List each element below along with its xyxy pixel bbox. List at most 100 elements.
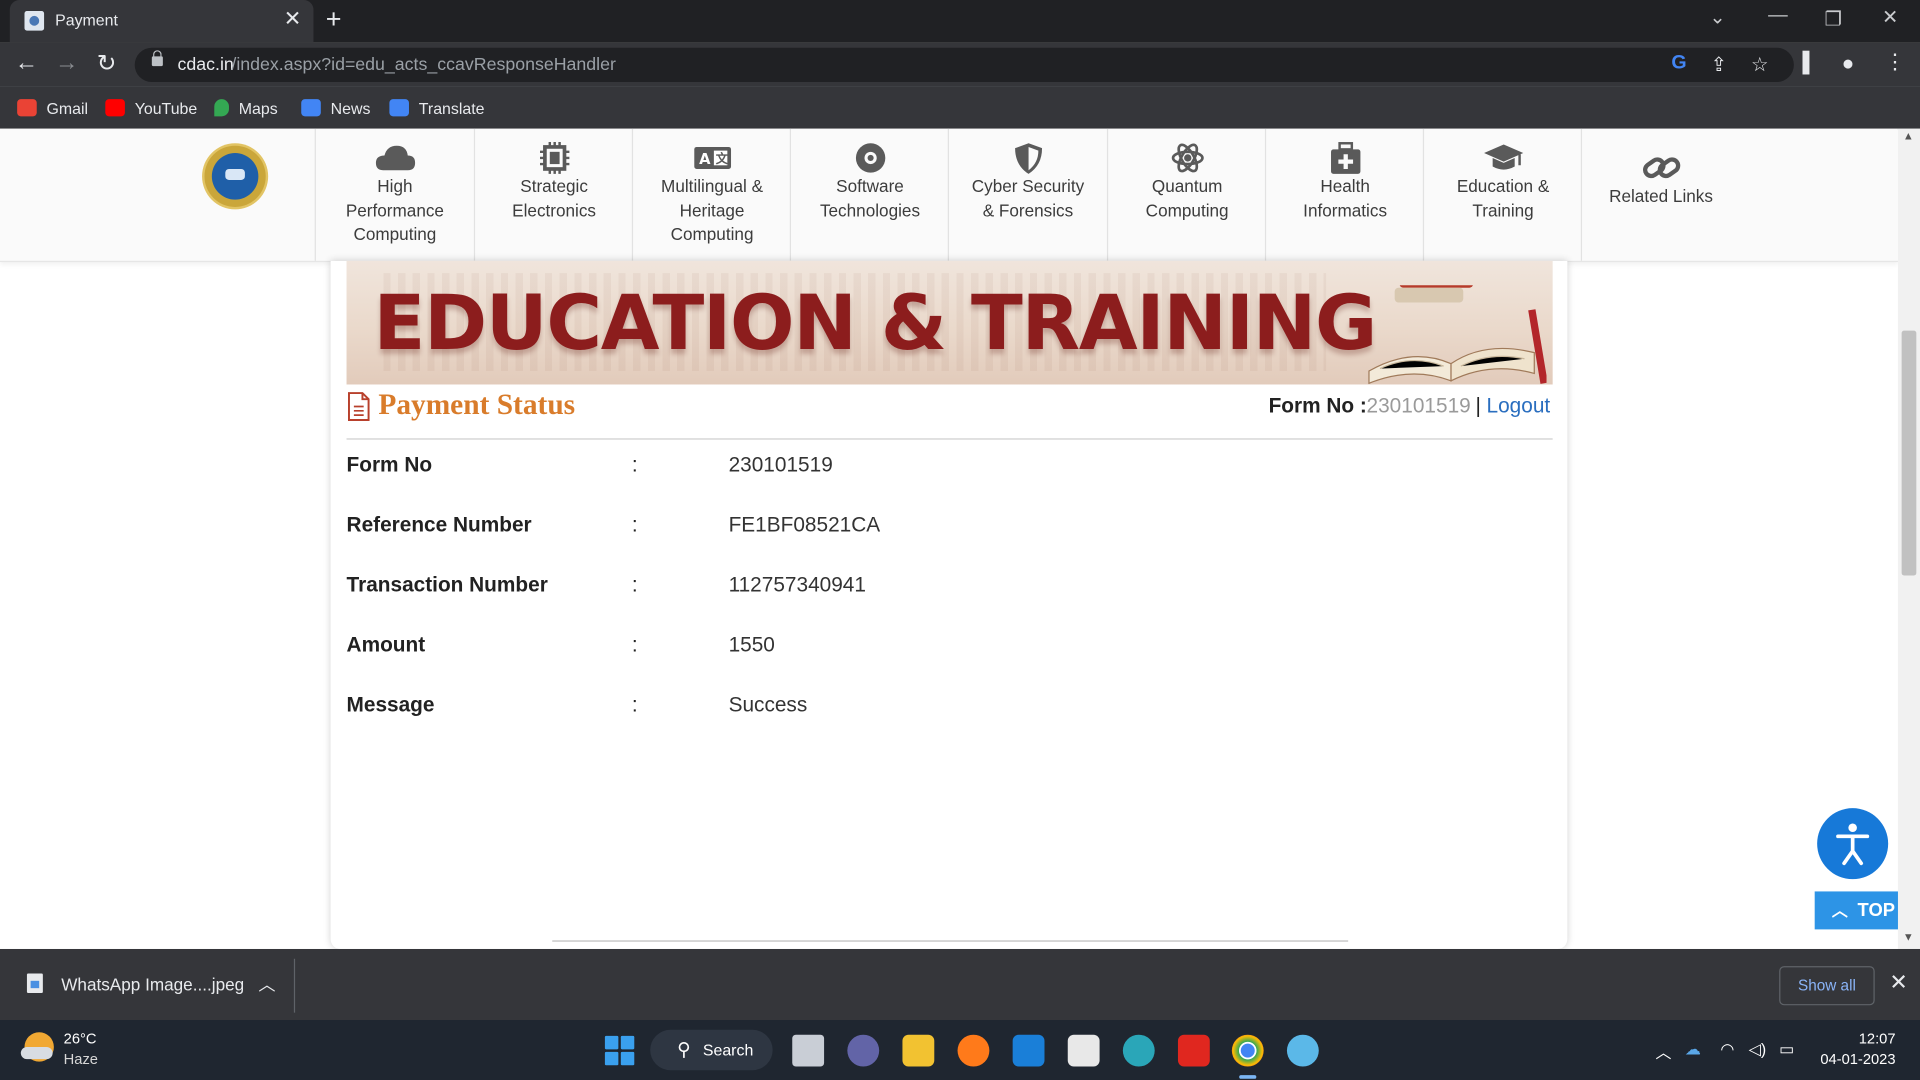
- back-icon[interactable]: ←: [15, 50, 38, 77]
- chrome-icon[interactable]: [1231, 1034, 1264, 1067]
- profile-icon[interactable]: ●: [1842, 51, 1855, 75]
- window-close-icon[interactable]: ✕: [1882, 5, 1898, 29]
- paint-icon[interactable]: [1286, 1034, 1319, 1067]
- document-icon: [348, 392, 370, 421]
- new-tab-icon[interactable]: +: [326, 4, 342, 36]
- show-all-button[interactable]: Show all: [1779, 966, 1875, 1006]
- chevron-up-icon: ︿: [1831, 901, 1848, 920]
- row-value: 112757340941: [728, 573, 866, 597]
- language-icon: A文: [693, 146, 731, 169]
- nav-multilingual-heritage-computing[interactable]: A文 Multilingual & Heritage Computing: [631, 128, 791, 261]
- scrollbar-thumb[interactable]: [1901, 330, 1917, 576]
- clock-time[interactable]: 12:07: [1820, 1030, 1896, 1047]
- windows-start-icon[interactable]: [604, 1035, 635, 1066]
- lock-icon[interactable]: [151, 50, 163, 67]
- mail-icon[interactable]: [1012, 1034, 1045, 1067]
- bookmark-youtube[interactable]: YouTube: [105, 96, 197, 120]
- row-key: Reference Number: [346, 513, 532, 537]
- tab-search-icon[interactable]: ⌄: [1709, 5, 1725, 29]
- logout-link[interactable]: Logout: [1487, 394, 1551, 418]
- bookmark-gmail[interactable]: Gmail: [17, 96, 88, 120]
- google-lens-icon[interactable]: G: [1671, 53, 1686, 75]
- onedrive-icon[interactable]: ☁: [1685, 1040, 1701, 1060]
- bookmark-news[interactable]: News: [301, 96, 370, 120]
- url-path: /index.aspx?id=edu_acts_ccavResponseHand…: [231, 55, 616, 75]
- volume-icon[interactable]: ◁): [1749, 1040, 1767, 1060]
- download-divider: [293, 958, 296, 1013]
- row-colon: :: [631, 513, 638, 537]
- form-no-value: 230101519: [1366, 394, 1471, 418]
- address-bar[interactable]: cdac.in /index.aspx?id=edu_acts_ccavResp…: [134, 47, 1794, 83]
- url-host: cdac.in: [177, 55, 234, 75]
- browser-tab[interactable]: Payment ✕: [9, 0, 314, 43]
- teams-chat-icon[interactable]: [847, 1034, 880, 1067]
- disc-icon: [855, 143, 885, 173]
- nav-label: Software Technologies: [819, 176, 921, 220]
- restore-icon[interactable]: ❐: [1824, 7, 1842, 31]
- close-tab-icon[interactable]: ✕: [284, 7, 301, 31]
- gmail-icon: [17, 99, 37, 117]
- row-colon: :: [631, 573, 638, 597]
- share-icon[interactable]: ⇪: [1711, 53, 1727, 77]
- cdac-logo[interactable]: [204, 145, 266, 207]
- bookmark-maps[interactable]: Maps: [214, 96, 278, 120]
- row-value: Success: [728, 693, 808, 717]
- weather-condition[interactable]: Haze: [64, 1051, 98, 1068]
- svg-text:文: 文: [715, 151, 728, 166]
- chevron-up-icon[interactable]: ︿: [1656, 1040, 1672, 1063]
- menu-icon[interactable]: ⋮: [1884, 50, 1905, 74]
- firefox-icon[interactable]: [957, 1034, 990, 1067]
- nav-quantum-computing[interactable]: Quantum Computing: [1106, 128, 1266, 261]
- search-label: Search: [702, 1040, 754, 1060]
- nav-education-training[interactable]: Education & Training: [1422, 128, 1582, 261]
- scroll-down-icon[interactable]: ▼: [1903, 931, 1914, 943]
- taskbar-search[interactable]: ⚲ Search: [650, 1029, 773, 1071]
- wifi-icon[interactable]: ◠: [1720, 1040, 1734, 1060]
- nav-label: Cyber Security & Forensics: [971, 176, 1085, 220]
- bookmark-star-icon[interactable]: ☆: [1751, 53, 1769, 77]
- file-explorer-icon[interactable]: [902, 1034, 935, 1067]
- forward-icon[interactable]: →: [55, 50, 78, 77]
- row-colon: :: [631, 633, 638, 657]
- row-value: FE1BF08521CA: [728, 513, 881, 537]
- nav-strategic-electronics[interactable]: Strategic Electronics: [473, 128, 633, 261]
- open-book-illustration: [1368, 285, 1547, 385]
- nav-high-performance-computing[interactable]: High Performance Computing: [314, 128, 474, 261]
- nav-label: Multilingual & Heritage Computing: [661, 176, 764, 244]
- wps-office-icon[interactable]: [1177, 1034, 1210, 1067]
- battery-icon[interactable]: ▭: [1779, 1040, 1794, 1060]
- banner-title: EDUCATION & TRAINING: [373, 277, 1377, 368]
- clock-date[interactable]: 04-01-2023: [1805, 1051, 1895, 1068]
- graduation-cap-icon: [1483, 144, 1523, 170]
- education-training-banner: EDUCATION & TRAINING: [346, 260, 1553, 385]
- link-icon: [1642, 157, 1680, 179]
- row-key: Amount: [346, 633, 426, 657]
- weather-icon[interactable]: [20, 1032, 54, 1062]
- vertical-scrollbar[interactable]: ▲ ▼: [1897, 128, 1920, 949]
- download-file-name[interactable]: WhatsApp Image....jpeg: [61, 975, 244, 995]
- scroll-up-icon[interactable]: ▲: [1903, 130, 1914, 142]
- close-download-bar-icon[interactable]: ✕: [1889, 970, 1907, 996]
- row-value: 1550: [728, 633, 775, 657]
- shield-icon: [1014, 143, 1042, 174]
- side-panel-icon[interactable]: ▌: [1802, 53, 1816, 75]
- nav-software-technologies[interactable]: Software Technologies: [789, 128, 949, 261]
- reload-icon[interactable]: ↻: [97, 50, 116, 78]
- nav-related-links[interactable]: Related Links: [1580, 128, 1740, 261]
- task-view-icon[interactable]: [792, 1034, 825, 1067]
- back-to-top-button[interactable]: ︿ TOP: [1814, 891, 1901, 930]
- nav-label: Quantum Computing: [1145, 176, 1229, 220]
- nav-label: Related Links: [1609, 186, 1713, 206]
- bookmark-label: YouTube: [134, 98, 198, 117]
- nav-health-informatics[interactable]: Health Informatics: [1264, 128, 1424, 261]
- nav-cyber-security-forensics[interactable]: Cyber Security & Forensics: [947, 128, 1107, 261]
- minimize-icon[interactable]: —: [1768, 5, 1788, 27]
- browser-tab-bar: Payment ✕ + ⌄ — ❐ ✕: [0, 0, 1920, 43]
- accessibility-button[interactable]: [1817, 808, 1889, 880]
- amazon-icon[interactable]: [1067, 1034, 1100, 1067]
- chevron-up-icon[interactable]: ︿: [258, 972, 275, 996]
- edge-icon[interactable]: [1122, 1034, 1155, 1067]
- windows-taskbar: 26°C Haze ⚲ Search ︿ ☁ ◠ ◁) ▭ 12:07 04-0…: [0, 1020, 1920, 1080]
- temperature[interactable]: 26°C: [64, 1030, 97, 1047]
- bookmark-translate[interactable]: Translate: [389, 96, 485, 120]
